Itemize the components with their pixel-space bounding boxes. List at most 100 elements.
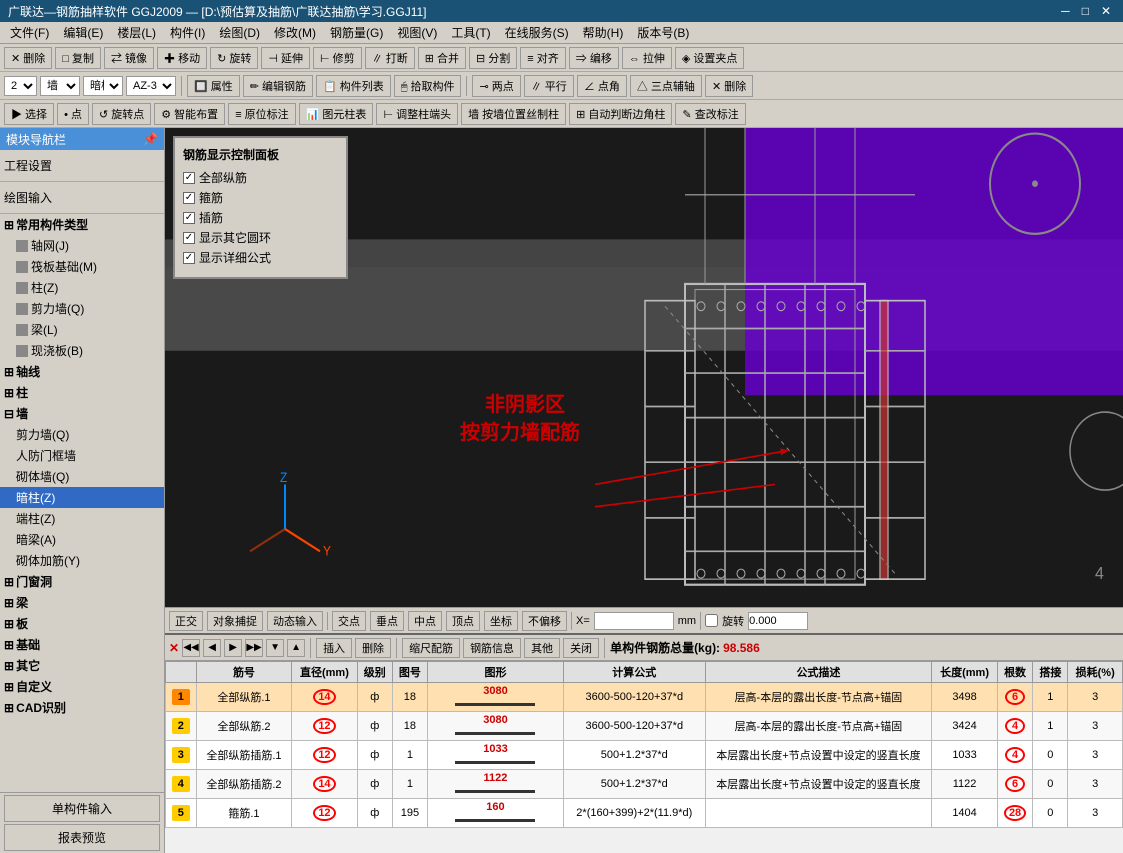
btn-mirror[interactable]: ⇄ 镜像 bbox=[104, 47, 154, 69]
menu-tools[interactable]: 工具(T) bbox=[445, 22, 496, 43]
rebar-item-detail-formula[interactable]: ✓ 显示详细公式 bbox=[183, 249, 338, 266]
btn-point[interactable]: • 点 bbox=[57, 103, 89, 125]
tree-beam2[interactable]: ⊞梁 bbox=[0, 592, 164, 613]
btn-single-component[interactable]: 单构件输入 bbox=[4, 795, 160, 822]
rebar-item-stirrup[interactable]: ✓ 箍筋 bbox=[183, 189, 338, 206]
tree-cad[interactable]: ⊞CAD识别 bbox=[0, 697, 164, 718]
bottom-panel-close-x[interactable]: ✕ bbox=[169, 641, 179, 655]
btn-set-point[interactable]: ◈ 设置夹点 bbox=[675, 47, 745, 69]
btn-merge[interactable]: ⊞ 合并 bbox=[418, 47, 466, 69]
btn-nav-prev[interactable]: ◀ bbox=[203, 639, 221, 657]
btn-property[interactable]: 🔲 属性 bbox=[187, 75, 240, 97]
tree-shear-wall[interactable]: 剪力墙(Q) bbox=[0, 298, 164, 319]
tree-raft[interactable]: 筏板基础(M) bbox=[0, 256, 164, 277]
btn-check-mark[interactable]: ✎ 查改标注 bbox=[675, 103, 745, 125]
menu-file[interactable]: 文件(F) bbox=[4, 22, 55, 43]
btn-rotate-point[interactable]: ↺ 旋转点 bbox=[92, 103, 151, 125]
btn-report-preview[interactable]: 报表预览 bbox=[4, 824, 160, 851]
tree-masonry-wall[interactable]: 砌体墙(Q) bbox=[0, 466, 164, 487]
menu-component[interactable]: 构件(I) bbox=[164, 22, 211, 43]
btn-delete-row[interactable]: 删除 bbox=[355, 638, 391, 658]
menu-rebar-qty[interactable]: 钢筋量(G) bbox=[324, 22, 389, 43]
tree-end-col[interactable]: 端柱(Z) bbox=[0, 508, 164, 529]
tree-axisline[interactable]: ⊞轴线 bbox=[0, 361, 164, 382]
tree-antiblast-wall[interactable]: 人防门框墙 bbox=[0, 445, 164, 466]
btn-midpoint[interactable]: 中点 bbox=[408, 611, 442, 631]
cb-all-longitudinal[interactable]: ✓ bbox=[183, 172, 195, 184]
btn-nav-next[interactable]: ▶ bbox=[224, 639, 242, 657]
btn-coordinate[interactable]: 坐标 bbox=[484, 611, 518, 631]
x-input[interactable] bbox=[594, 612, 674, 630]
btn-insert[interactable]: 插入 bbox=[316, 638, 352, 658]
tree-shearwall2[interactable]: 剪力墙(Q) bbox=[0, 424, 164, 445]
tree-hidden-beam[interactable]: 暗梁(A) bbox=[0, 529, 164, 550]
type-select[interactable]: 墙 bbox=[40, 76, 80, 96]
tree-masonry-rebar[interactable]: 砌体加筋(Y) bbox=[0, 550, 164, 571]
btn-perpendicular[interactable]: 垂点 bbox=[370, 611, 404, 631]
maximize-btn[interactable]: □ bbox=[1078, 4, 1093, 18]
btn-vertex[interactable]: 顶点 bbox=[446, 611, 480, 631]
rebar-item-insert[interactable]: ✓ 插筋 bbox=[183, 209, 338, 226]
tree-other[interactable]: ⊞其它 bbox=[0, 655, 164, 676]
btn-nav-up[interactable]: ▲ bbox=[287, 639, 305, 657]
btn-intersection[interactable]: 交点 bbox=[332, 611, 366, 631]
btn-point-angle[interactable]: ∠ 点角 bbox=[577, 75, 627, 97]
btn-parallel[interactable]: ∥ 平行 bbox=[524, 75, 574, 97]
btn-extend[interactable]: ⊣ 延伸 bbox=[261, 47, 310, 69]
cb-other-rings[interactable]: ✓ bbox=[183, 232, 195, 244]
btn-split[interactable]: ⊟ 分割 bbox=[469, 47, 517, 69]
btn-dynamic-input[interactable]: 动态输入 bbox=[267, 611, 323, 631]
project-settings-item[interactable]: 工程设置 bbox=[4, 154, 160, 177]
tree-custom[interactable]: ⊞自定义 bbox=[0, 676, 164, 697]
cb-stirrup[interactable]: ✓ bbox=[183, 192, 195, 204]
menu-floor[interactable]: 楼层(L) bbox=[111, 22, 162, 43]
btn-copy[interactable]: □ 复制 bbox=[55, 47, 101, 69]
tree-hidden-col[interactable]: 暗柱(Z) bbox=[0, 487, 164, 508]
menu-help[interactable]: 帮助(H) bbox=[577, 22, 630, 43]
tree-wall[interactable]: ⊟墙 bbox=[0, 403, 164, 424]
panel-pin[interactable]: 📌 bbox=[143, 132, 158, 146]
tree-slab[interactable]: 现浇板(B) bbox=[0, 340, 164, 361]
minimize-btn[interactable]: ─ bbox=[1057, 4, 1074, 18]
tree-common-components[interactable]: ⊞常用构件类型 bbox=[0, 214, 164, 235]
btn-nav-first[interactable]: ◀◀ bbox=[182, 639, 200, 657]
menu-modify[interactable]: 修改(M) bbox=[268, 22, 322, 43]
btn-three-points[interactable]: △ 三点辅轴 bbox=[630, 75, 702, 97]
menu-draw[interactable]: 绘图(D) bbox=[213, 22, 266, 43]
rotate-input[interactable] bbox=[748, 612, 808, 630]
floor-select[interactable]: 2 bbox=[4, 76, 37, 96]
btn-stretch[interactable]: ⇔ 拉伸 bbox=[622, 47, 672, 69]
tree-board[interactable]: ⊞板 bbox=[0, 613, 164, 634]
btn-column-table[interactable]: 📊 图元柱表 bbox=[299, 103, 374, 125]
menu-edit[interactable]: 编辑(E) bbox=[57, 22, 109, 43]
menu-view[interactable]: 视图(V) bbox=[391, 22, 443, 43]
btn-delete[interactable]: ✕ 删除 bbox=[4, 47, 52, 69]
btn-nav-last[interactable]: ▶▶ bbox=[245, 639, 263, 657]
btn-component-list[interactable]: 📋 构件列表 bbox=[316, 75, 391, 97]
menu-version[interactable]: 版本号(B) bbox=[631, 22, 695, 43]
btn-delete2[interactable]: ✕ 删除 bbox=[705, 75, 753, 97]
btn-close[interactable]: 关闭 bbox=[563, 638, 599, 658]
btn-original-mark[interactable]: ≡ 原位标注 bbox=[228, 103, 295, 125]
btn-rebar-info[interactable]: 钢筋信息 bbox=[463, 638, 521, 658]
btn-pick-component[interactable]: 🖱 拾取构件 bbox=[394, 75, 462, 97]
btn-other[interactable]: 其他 bbox=[524, 638, 560, 658]
btn-smart-place[interactable]: ⚙ 智能布置 bbox=[154, 103, 225, 125]
tree-axis[interactable]: 轴网(J) bbox=[0, 235, 164, 256]
rebar-item-all-longitudinal[interactable]: ✓ 全部纵筋 bbox=[183, 169, 338, 186]
menu-online[interactable]: 在线服务(S) bbox=[499, 22, 575, 43]
btn-rotate[interactable]: ↻ 旋转 bbox=[210, 47, 258, 69]
tree-door-window[interactable]: ⊞门窗洞 bbox=[0, 571, 164, 592]
tree-beam[interactable]: 梁(L) bbox=[0, 319, 164, 340]
btn-select[interactable]: ▶ 选择 bbox=[4, 103, 54, 125]
btn-break[interactable]: ∥ 打断 bbox=[365, 47, 415, 69]
btn-adjust-end[interactable]: ⊢ 调整柱端头 bbox=[376, 103, 458, 125]
rebar-item-other-rings[interactable]: ✓ 显示其它圆环 bbox=[183, 229, 338, 246]
btn-object-snap[interactable]: 对象捕捉 bbox=[207, 611, 263, 631]
tree-col[interactable]: ⊞柱 bbox=[0, 382, 164, 403]
btn-two-points[interactable]: ⊸ 两点 bbox=[472, 75, 520, 97]
cb-insert[interactable]: ✓ bbox=[183, 212, 195, 224]
rotate-checkbox[interactable] bbox=[705, 614, 718, 627]
close-btn[interactable]: ✕ bbox=[1097, 4, 1115, 18]
btn-edit-rebar[interactable]: ✏ 编辑钢筋 bbox=[243, 75, 313, 97]
